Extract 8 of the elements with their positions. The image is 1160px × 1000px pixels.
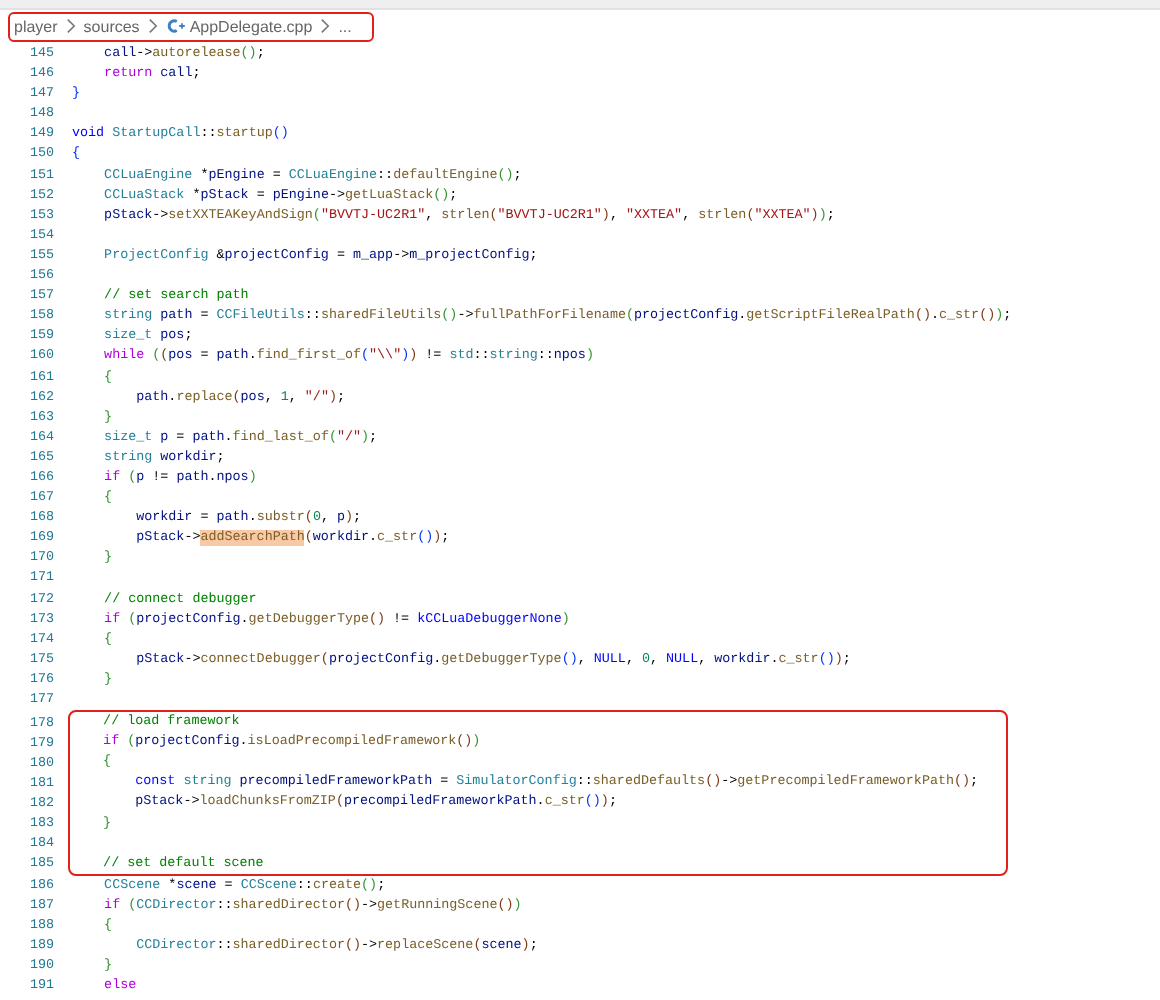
breadcrumb-item[interactable]: AppDelegate.cpp [189,17,313,35]
breadcrumb-item[interactable]: ... [338,17,352,35]
chevron-icon [147,18,158,34]
chevron-icon [320,18,331,34]
chevron-icon [65,18,76,34]
breadcrumb-item[interactable]: player [14,17,58,35]
breadcrumb-item[interactable]: sources [83,17,140,35]
file-type-icon [165,18,186,34]
